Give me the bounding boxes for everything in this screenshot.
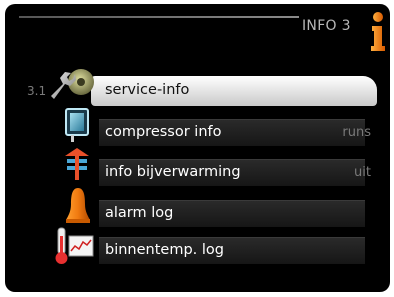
menu-item-alarm-log[interactable]: alarm log	[99, 200, 365, 227]
header-line	[19, 16, 299, 18]
menu-item-label: service-info	[105, 82, 190, 98]
menu-item-value: runs	[342, 125, 371, 140]
tools-icon	[51, 69, 94, 99]
bell-icon	[66, 188, 90, 223]
menu-item-label: alarm log	[105, 205, 174, 221]
display-screen: INFO 3 3.1 service-info compressor info …	[5, 4, 390, 292]
heater-icon	[65, 148, 89, 180]
compressor-icon	[65, 108, 89, 142]
menu-item-label: binnentemp. log	[105, 242, 224, 258]
menu-item-binnentemp-log[interactable]: binnentemp. log	[99, 237, 365, 264]
menu-item-compressor-info[interactable]: compressor info runs	[99, 119, 371, 146]
info-icon	[371, 12, 385, 51]
thermometer-chart-icon	[55, 227, 94, 264]
menu-item-value: uit	[354, 165, 371, 180]
menu-item-label: info bijverwarming	[105, 164, 241, 180]
menu-number: 3.1	[27, 84, 47, 98]
menu-item-info-bijverwarming[interactable]: info bijverwarming uit	[99, 159, 371, 186]
menu-item-label: compressor info	[105, 124, 222, 140]
page-title: INFO 3	[302, 18, 351, 34]
menu-item-service-info[interactable]: service-info	[91, 76, 377, 106]
